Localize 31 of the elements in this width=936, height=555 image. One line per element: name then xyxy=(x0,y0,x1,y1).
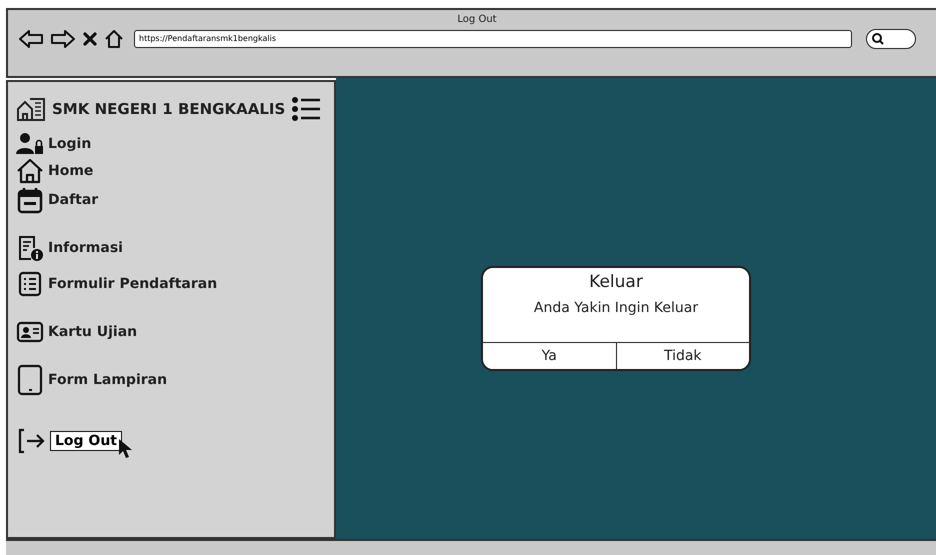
home-icon[interactable] xyxy=(104,29,124,49)
calendar-icon xyxy=(16,186,44,214)
window-title: Log Out xyxy=(456,14,498,25)
home-icon xyxy=(16,158,44,184)
logout-icon xyxy=(16,427,46,455)
list-icon xyxy=(16,270,44,298)
sidebar-link[interactable]: Informasi xyxy=(48,240,123,256)
forward-icon[interactable] xyxy=(50,29,76,49)
sidebar-link[interactable]: Kartu Ujian xyxy=(48,324,138,340)
close-icon[interactable] xyxy=(82,31,98,47)
dialog-message: Anda Yakin Ingin Keluar xyxy=(532,299,700,318)
sidebar-link[interactable]: Home xyxy=(48,163,94,179)
menu-icon[interactable] xyxy=(291,96,322,122)
building-icon xyxy=(16,96,46,122)
id-card-icon xyxy=(16,320,44,344)
search-field[interactable] xyxy=(866,29,916,49)
sidebar-link[interactable]: Daftar xyxy=(48,192,98,208)
address-field[interactable]: https://Pendaftaransmk1bengkalis xyxy=(134,30,852,48)
dialog-button[interactable]: Tidak xyxy=(616,343,749,369)
sidebar-link[interactable]: Formulir Pendaftaran xyxy=(48,276,218,292)
sidebar-link[interactable]: Form Lampiran xyxy=(48,372,168,388)
search-icon xyxy=(871,32,885,46)
sidebar-link[interactable]: Login xyxy=(48,136,92,152)
tablet-icon xyxy=(16,364,44,396)
sidebar-link[interactable]: Log Out xyxy=(50,431,122,451)
back-icon[interactable] xyxy=(18,29,44,49)
cursor-icon xyxy=(118,438,134,460)
user-lock-icon xyxy=(16,132,44,156)
dialog-title: Keluar xyxy=(588,271,644,292)
document-info-icon xyxy=(16,234,44,262)
school-name: SMK NEGERI 1 BENGKAALIS xyxy=(52,100,286,118)
